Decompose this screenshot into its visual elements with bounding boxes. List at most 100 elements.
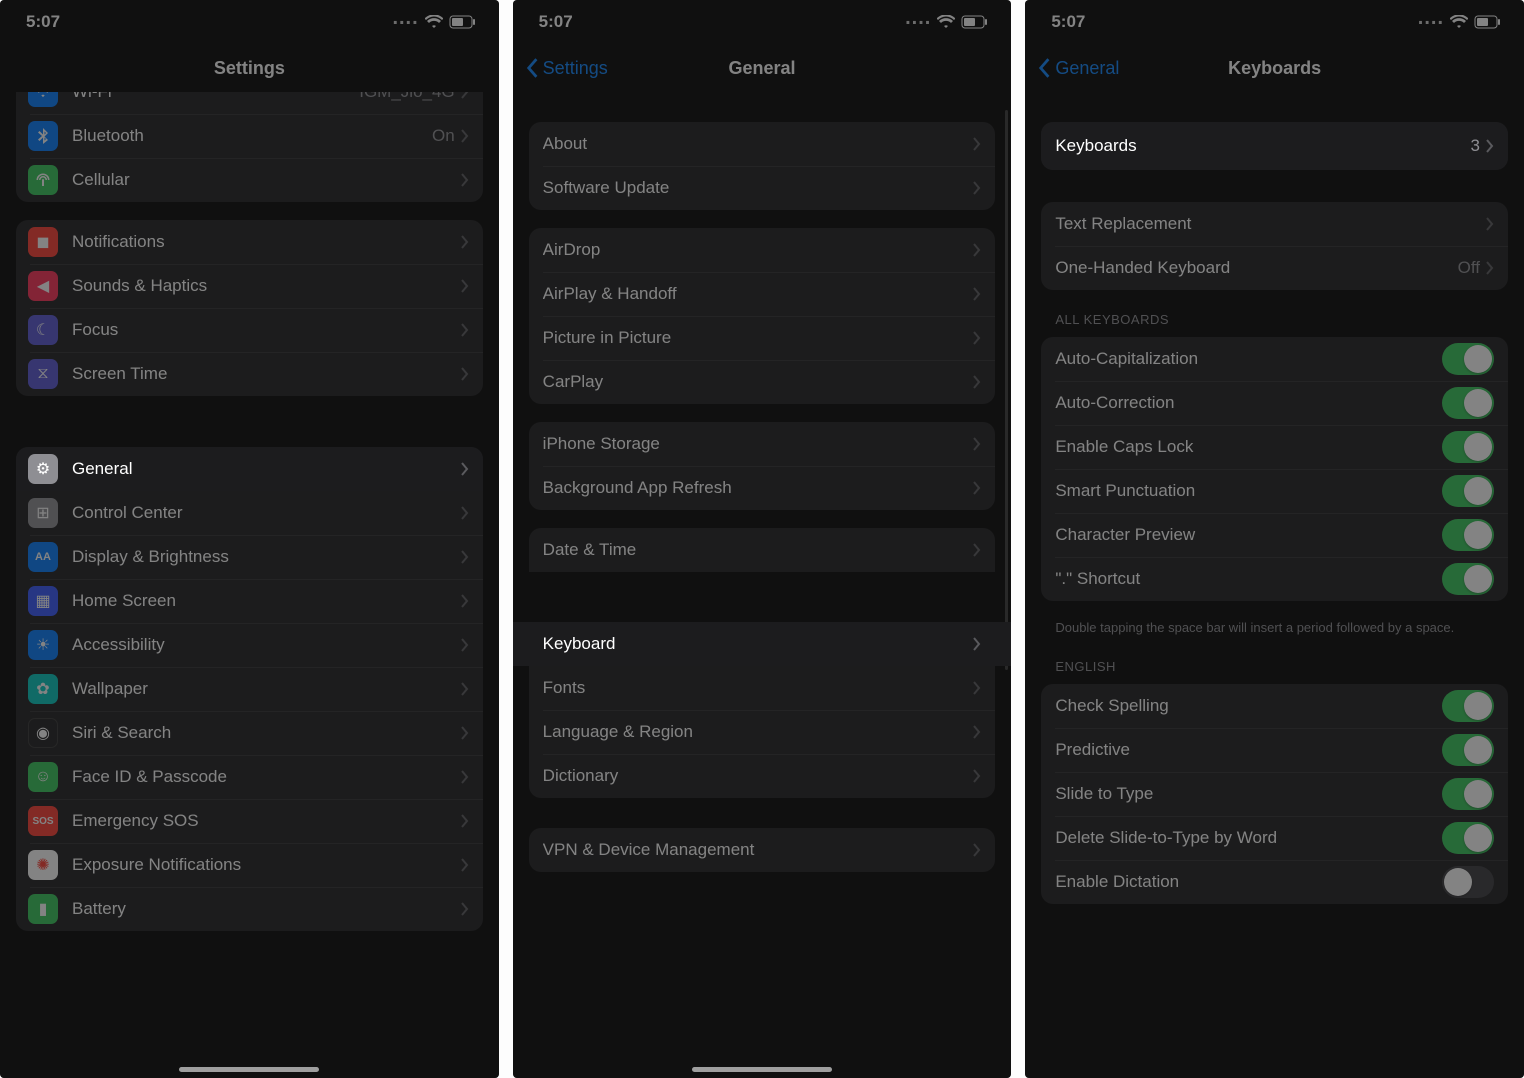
toggle-switch[interactable] — [1442, 563, 1494, 595]
row-wifi[interactable]: Wi-Fi IGM_Jio_4G — [16, 92, 483, 114]
wifi-settings-icon — [28, 92, 58, 107]
back-button[interactable]: General — [1037, 44, 1119, 92]
row-cellular[interactable]: Cellular — [16, 158, 483, 202]
row-autocorr[interactable]: Auto-Correction — [1041, 381, 1508, 425]
toggle-switch[interactable] — [1442, 475, 1494, 507]
row-datetime[interactable]: Date & Time — [529, 528, 996, 572]
faceid-icon: ☺ — [28, 762, 58, 792]
chevron-right-icon — [973, 437, 981, 451]
toggle-switch[interactable] — [1442, 387, 1494, 419]
row-delslide[interactable]: Delete Slide-to-Type by Word — [1041, 816, 1508, 860]
status-bar: 5:07 .... — [1025, 0, 1524, 44]
group-notifications: ◼ Notifications ◀ Sounds & Haptics ☾ Foc… — [16, 220, 483, 396]
row-screentime[interactable]: ⧖ Screen Time — [16, 352, 483, 396]
toggle-switch[interactable] — [1442, 343, 1494, 375]
moon-icon: ☾ — [28, 315, 58, 345]
row-accessibility[interactable]: ☀Accessibility — [16, 623, 483, 667]
row-slide[interactable]: Slide to Type — [1041, 772, 1508, 816]
row-keyboard[interactable]: Keyboard — [513, 622, 1012, 666]
row-airplay[interactable]: AirPlay & Handoff — [529, 272, 996, 316]
row-focus[interactable]: ☾ Focus — [16, 308, 483, 352]
row-exposure[interactable]: ✺Exposure Notifications — [16, 843, 483, 887]
row-general[interactable]: ⚙ General — [16, 447, 483, 491]
row-keyboards[interactable]: Keyboards 3 — [1041, 122, 1508, 170]
row-label: Picture in Picture — [543, 328, 974, 348]
back-button[interactable]: Settings — [525, 44, 608, 92]
chevron-right-icon — [461, 173, 469, 187]
row-label: Focus — [72, 320, 461, 340]
row-label: Battery — [72, 899, 461, 919]
row-lang[interactable]: Language & Region — [529, 710, 996, 754]
row-bluetooth[interactable]: Bluetooth On — [16, 114, 483, 158]
toggle-switch[interactable] — [1442, 690, 1494, 722]
row-dotshort[interactable]: "." Shortcut — [1041, 557, 1508, 601]
row-about[interactable]: About — [529, 122, 996, 166]
toggle-switch[interactable] — [1442, 822, 1494, 854]
row-dictation[interactable]: Enable Dictation — [1041, 860, 1508, 904]
row-label: VPN & Device Management — [543, 840, 974, 860]
toggle-switch[interactable] — [1442, 431, 1494, 463]
row-vpn[interactable]: VPN & Device Management — [529, 828, 996, 872]
status-time: 5:07 — [26, 12, 60, 32]
row-carplay[interactable]: CarPlay — [529, 360, 996, 404]
general-content[interactable]: About Software Update AirDrop AirPlay & … — [513, 92, 1012, 1078]
group-text: Text Replacement One-Handed KeyboardOff — [1041, 202, 1508, 290]
row-onehand[interactable]: One-Handed KeyboardOff — [1041, 246, 1508, 290]
chevron-right-icon — [1486, 261, 1494, 275]
row-value: Off — [1458, 258, 1480, 278]
toggle-switch[interactable] — [1442, 866, 1494, 898]
toggle-switch[interactable] — [1442, 734, 1494, 766]
nav-title: Settings — [214, 58, 285, 79]
chevron-right-icon — [461, 506, 469, 520]
row-spell[interactable]: Check Spelling — [1041, 684, 1508, 728]
chevron-right-icon — [461, 814, 469, 828]
row-display[interactable]: AADisplay & Brightness — [16, 535, 483, 579]
bluetooth-icon — [28, 121, 58, 151]
row-value: 3 — [1471, 136, 1480, 156]
toggle-switch[interactable] — [1442, 778, 1494, 810]
group-network: Wi-Fi IGM_Jio_4G Bluetooth On Cellular — [16, 92, 483, 202]
chevron-right-icon — [461, 858, 469, 872]
battery-icon — [449, 15, 477, 29]
row-siri[interactable]: ◉Siri & Search — [16, 711, 483, 755]
row-controlcenter[interactable]: ⊞Control Center — [16, 491, 483, 535]
chevron-right-icon — [973, 181, 981, 195]
row-textrepl[interactable]: Text Replacement — [1041, 202, 1508, 246]
antenna-icon — [28, 165, 58, 195]
row-homescreen[interactable]: ▦Home Screen — [16, 579, 483, 623]
row-pred[interactable]: Predictive — [1041, 728, 1508, 772]
row-bgapp[interactable]: Background App Refresh — [529, 466, 996, 510]
row-sounds[interactable]: ◀ Sounds & Haptics — [16, 264, 483, 308]
row-capslock[interactable]: Enable Caps Lock — [1041, 425, 1508, 469]
row-label: Enable Caps Lock — [1055, 437, 1442, 457]
row-fonts[interactable]: Fonts — [529, 666, 996, 710]
row-dict[interactable]: Dictionary — [529, 754, 996, 798]
toggle-switch[interactable] — [1442, 519, 1494, 551]
chevron-right-icon — [1486, 217, 1494, 231]
keyboards-content[interactable]: Text Replacement One-Handed KeyboardOff … — [1025, 180, 1524, 1078]
row-label: iPhone Storage — [543, 434, 974, 454]
chevron-right-icon — [461, 279, 469, 293]
row-pip[interactable]: Picture in Picture — [529, 316, 996, 360]
home-indicator[interactable] — [692, 1067, 832, 1072]
row-sos[interactable]: SOSEmergency SOS — [16, 799, 483, 843]
row-label: Text Replacement — [1055, 214, 1486, 234]
row-faceid[interactable]: ☺Face ID & Passcode — [16, 755, 483, 799]
chevron-left-icon — [1037, 57, 1051, 79]
row-autocap[interactable]: Auto-Capitalization — [1041, 337, 1508, 381]
back-label: Settings — [543, 58, 608, 79]
home-indicator[interactable] — [179, 1067, 319, 1072]
row-wallpaper[interactable]: ✿Wallpaper — [16, 667, 483, 711]
row-smartpunc[interactable]: Smart Punctuation — [1041, 469, 1508, 513]
chevron-right-icon — [461, 462, 469, 476]
row-charprev[interactable]: Character Preview — [1041, 513, 1508, 557]
row-battery[interactable]: ▮Battery — [16, 887, 483, 931]
row-label: AirPlay & Handoff — [543, 284, 974, 304]
row-storage[interactable]: iPhone Storage — [529, 422, 996, 466]
row-swupdate[interactable]: Software Update — [529, 166, 996, 210]
chevron-left-icon — [525, 57, 539, 79]
row-airdrop[interactable]: AirDrop — [529, 228, 996, 272]
row-label: Screen Time — [72, 364, 461, 384]
row-notifications[interactable]: ◼ Notifications — [16, 220, 483, 264]
row-value: IGM_Jio_4G — [359, 92, 454, 102]
